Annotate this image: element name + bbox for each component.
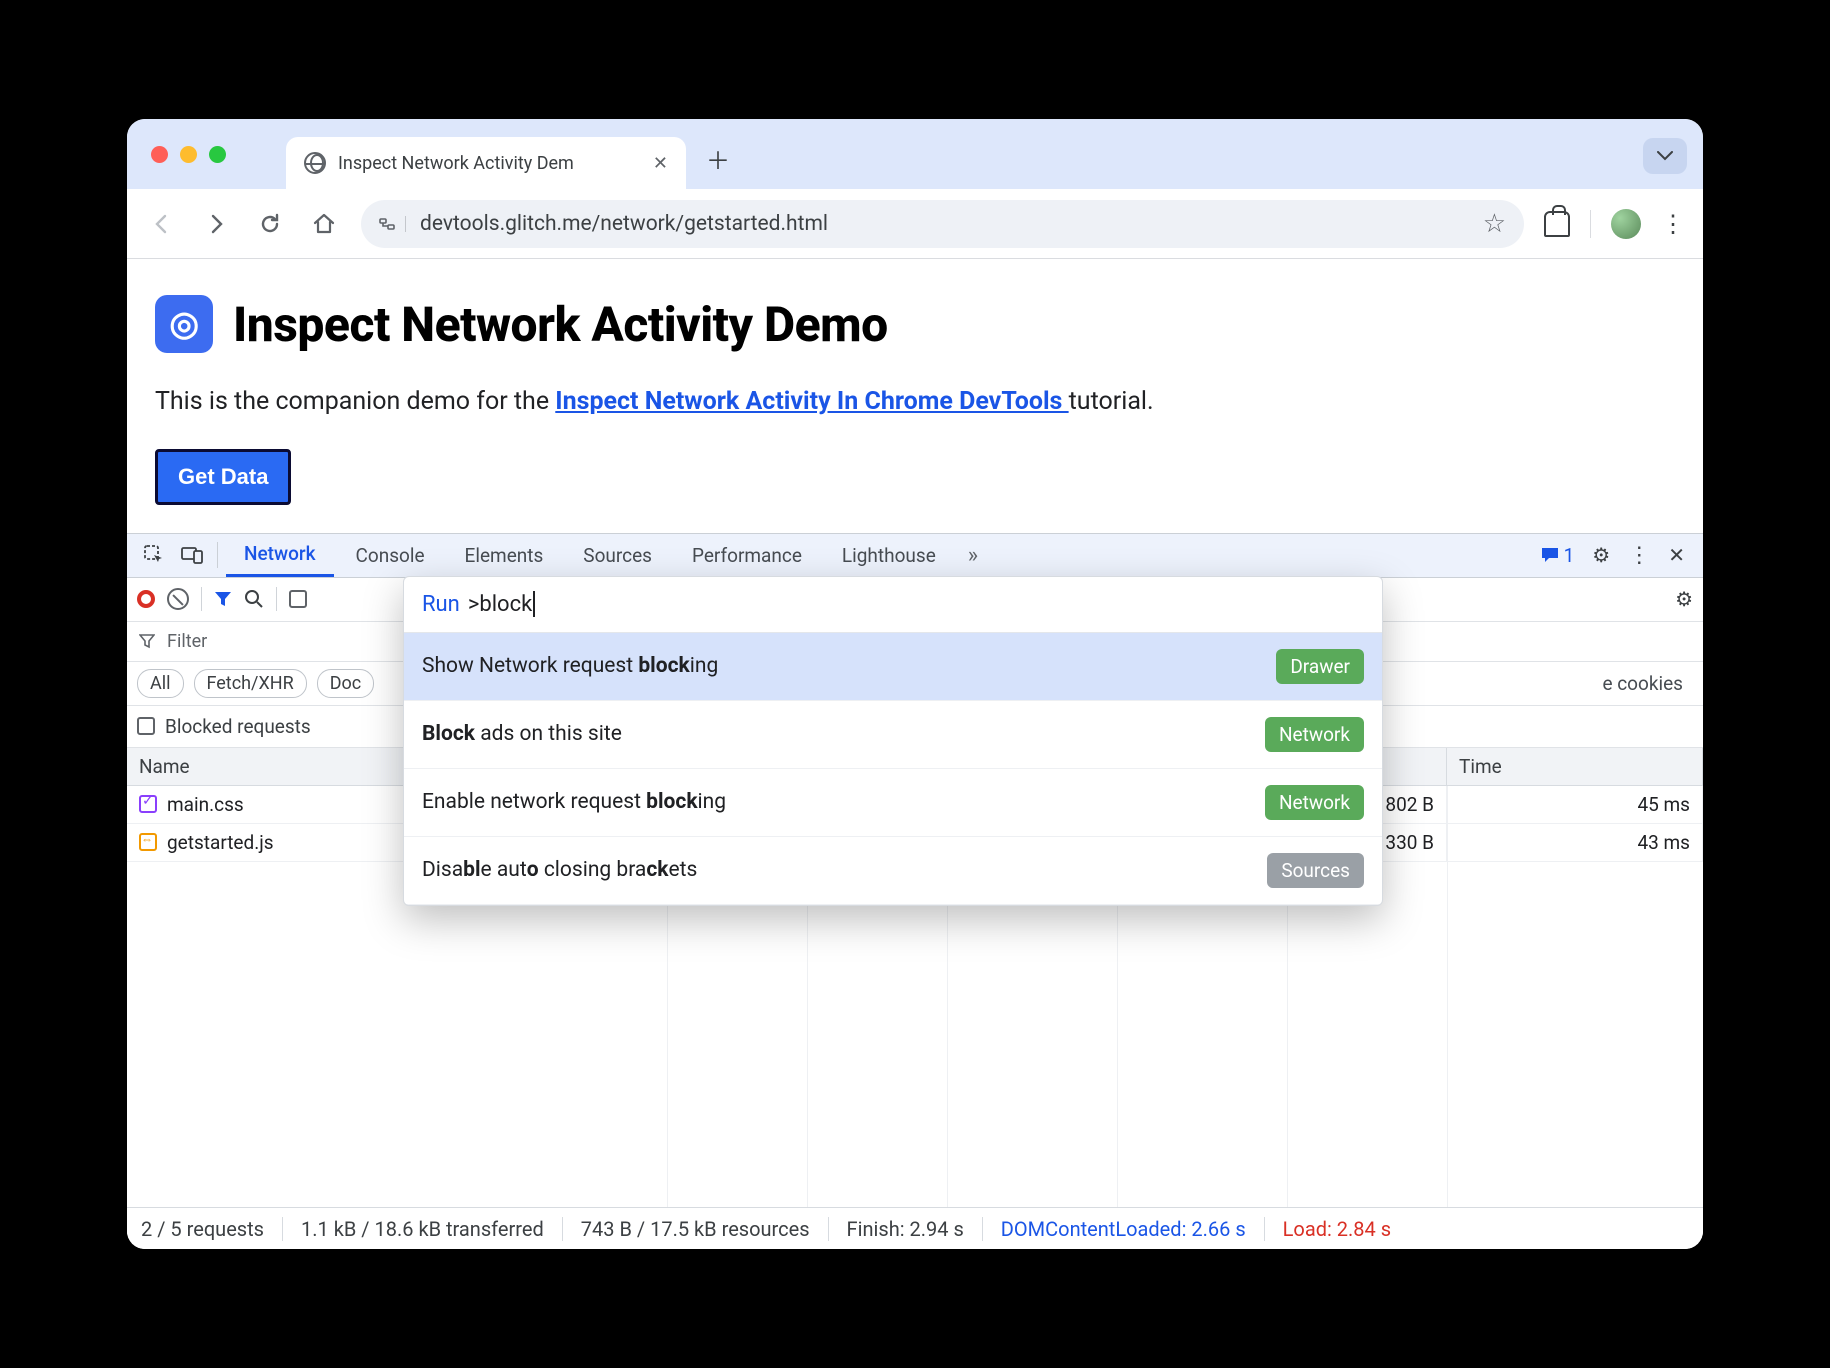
tabs-dropdown-button[interactable] — [1643, 138, 1687, 174]
status-load: Load: 2.84 s — [1265, 1217, 1409, 1241]
record-button[interactable] — [137, 590, 155, 608]
tab-console[interactable]: Console — [338, 534, 443, 577]
get-data-button[interactable]: Get Data — [155, 449, 291, 505]
devtools-logo-icon: ◎ — [155, 295, 213, 353]
forward-button[interactable] — [199, 207, 233, 241]
preserve-log-checkbox[interactable] — [289, 590, 307, 608]
toolbar-right: ⋮ — [1544, 209, 1685, 239]
extensions-icon[interactable] — [1544, 211, 1570, 237]
status-requests: 2 / 5 requests — [141, 1217, 283, 1241]
command-item-badge: Drawer — [1276, 649, 1364, 684]
devtools-close-icon[interactable]: ✕ — [1660, 543, 1693, 567]
command-item[interactable]: Enable network request blocking Network — [404, 769, 1382, 837]
issues-count: 1 — [1564, 544, 1575, 567]
command-item[interactable]: Block ads on this site Network — [404, 701, 1382, 769]
command-prefix: Run — [422, 592, 460, 617]
minimize-window-button[interactable] — [180, 146, 197, 163]
command-item[interactable]: Show Network request blocking Drawer — [404, 633, 1382, 701]
titlebar: Inspect Network Activity Dem ✕ ＋ — [127, 119, 1703, 189]
tab-performance[interactable]: Performance — [674, 534, 820, 577]
filter-toggle-icon[interactable] — [214, 590, 232, 608]
command-item-badge: Network — [1265, 717, 1364, 752]
status-resources: 743 B / 17.5 kB resources — [563, 1217, 829, 1241]
command-item-label: Block ads on this site — [422, 722, 622, 746]
filter-icon — [139, 633, 155, 649]
device-toolbar-icon[interactable] — [175, 546, 209, 564]
close-window-button[interactable] — [151, 146, 168, 163]
address-bar[interactable]: devtools.glitch.me/network/getstarted.ht… — [361, 200, 1524, 248]
tutorial-link[interactable]: Inspect Network Activity In Chrome DevTo… — [555, 387, 1068, 416]
command-item-label: Show Network request blocking — [422, 654, 718, 678]
file-time: 45 ms — [1447, 786, 1703, 823]
command-item-badge: Network — [1265, 785, 1364, 820]
page-heading: ◎ Inspect Network Activity Demo — [155, 295, 1675, 353]
close-tab-icon[interactable]: ✕ — [653, 153, 668, 174]
home-button[interactable] — [307, 207, 341, 241]
command-item-label: Disable auto closing brackets — [422, 858, 697, 882]
script-icon — [139, 833, 157, 851]
devtools-panel: Network Console Elements Sources Perform… — [127, 533, 1703, 1250]
command-query: >block — [468, 592, 532, 617]
chip-doc[interactable]: Doc — [317, 669, 375, 698]
tabs-overflow-icon[interactable]: » — [958, 543, 988, 568]
page-intro: This is the companion demo for the Inspe… — [155, 383, 1675, 421]
inspect-element-icon[interactable] — [137, 545, 171, 565]
divider — [1590, 210, 1591, 238]
clear-button[interactable] — [167, 588, 189, 610]
search-icon[interactable] — [244, 589, 264, 609]
status-finish: Finish: 2.94 s — [829, 1217, 983, 1241]
network-settings-icon[interactable]: ⚙ — [1675, 587, 1693, 611]
tab-lighthouse[interactable]: Lighthouse — [824, 534, 954, 577]
issues-button[interactable]: 1 — [1534, 544, 1581, 567]
command-item-label: Enable network request blocking — [422, 790, 726, 814]
chip-trail-text: e cookies — [1602, 672, 1693, 695]
command-item-badge: Sources — [1267, 853, 1364, 888]
col-time[interactable]: Time — [1447, 748, 1703, 785]
command-menu: Run >block Show Network request blocking… — [403, 576, 1383, 906]
divider — [276, 587, 277, 611]
status-domcontentloaded: DOMContentLoaded: 2.66 s — [983, 1217, 1265, 1241]
bookmark-icon[interactable]: ☆ — [1483, 209, 1506, 239]
file-time: 43 ms — [1447, 824, 1703, 861]
intro-before: This is the companion demo for the — [155, 387, 555, 416]
reload-button[interactable] — [253, 207, 287, 241]
blocked-requests-label: Blocked requests — [165, 715, 311, 738]
tab-elements[interactable]: Elements — [447, 534, 562, 577]
tab-sources[interactable]: Sources — [565, 534, 670, 577]
site-info-button[interactable] — [379, 216, 406, 232]
tab-network[interactable]: Network — [226, 534, 334, 577]
new-tab-button[interactable]: ＋ — [700, 140, 736, 176]
back-button[interactable] — [145, 207, 179, 241]
chip-all[interactable]: All — [137, 669, 184, 698]
toolbar: devtools.glitch.me/network/getstarted.ht… — [127, 189, 1703, 259]
devtools-more-icon[interactable]: ⋮ — [1622, 543, 1656, 568]
browser-window: Inspect Network Activity Dem ✕ ＋ devtool… — [127, 119, 1703, 1249]
command-input[interactable]: Run >block — [404, 577, 1382, 633]
stylesheet-icon — [139, 795, 157, 813]
page-title-text: Inspect Network Activity Demo — [233, 296, 888, 353]
divider — [201, 587, 202, 611]
divider — [217, 542, 218, 568]
file-name: getstarted.js — [167, 831, 274, 854]
text-caret — [533, 591, 535, 617]
chrome-menu-icon[interactable]: ⋮ — [1661, 210, 1685, 238]
browser-tab[interactable]: Inspect Network Activity Dem ✕ — [286, 137, 686, 189]
blocked-requests-checkbox[interactable] — [137, 717, 155, 735]
fullscreen-window-button[interactable] — [209, 146, 226, 163]
command-item[interactable]: Disable auto closing brackets Sources — [404, 837, 1382, 905]
intro-after: tutorial. — [1069, 387, 1154, 416]
network-status-bar: 2 / 5 requests 1.1 kB / 18.6 kB transfer… — [127, 1207, 1703, 1249]
url-text: devtools.glitch.me/network/getstarted.ht… — [420, 212, 828, 236]
tab-title: Inspect Network Activity Dem — [338, 153, 574, 174]
chip-fetch-xhr[interactable]: Fetch/XHR — [194, 669, 307, 698]
filter-placeholder: Filter — [167, 631, 207, 652]
devtools-settings-icon[interactable]: ⚙ — [1584, 543, 1618, 567]
page-content: ◎ Inspect Network Activity Demo This is … — [127, 259, 1703, 533]
file-name: main.css — [167, 793, 244, 816]
window-controls — [151, 146, 226, 163]
globe-icon — [304, 152, 326, 174]
profile-avatar[interactable] — [1611, 209, 1641, 239]
status-transferred: 1.1 kB / 18.6 kB transferred — [283, 1217, 563, 1241]
devtools-tabstrip: Network Console Elements Sources Perform… — [127, 534, 1703, 578]
